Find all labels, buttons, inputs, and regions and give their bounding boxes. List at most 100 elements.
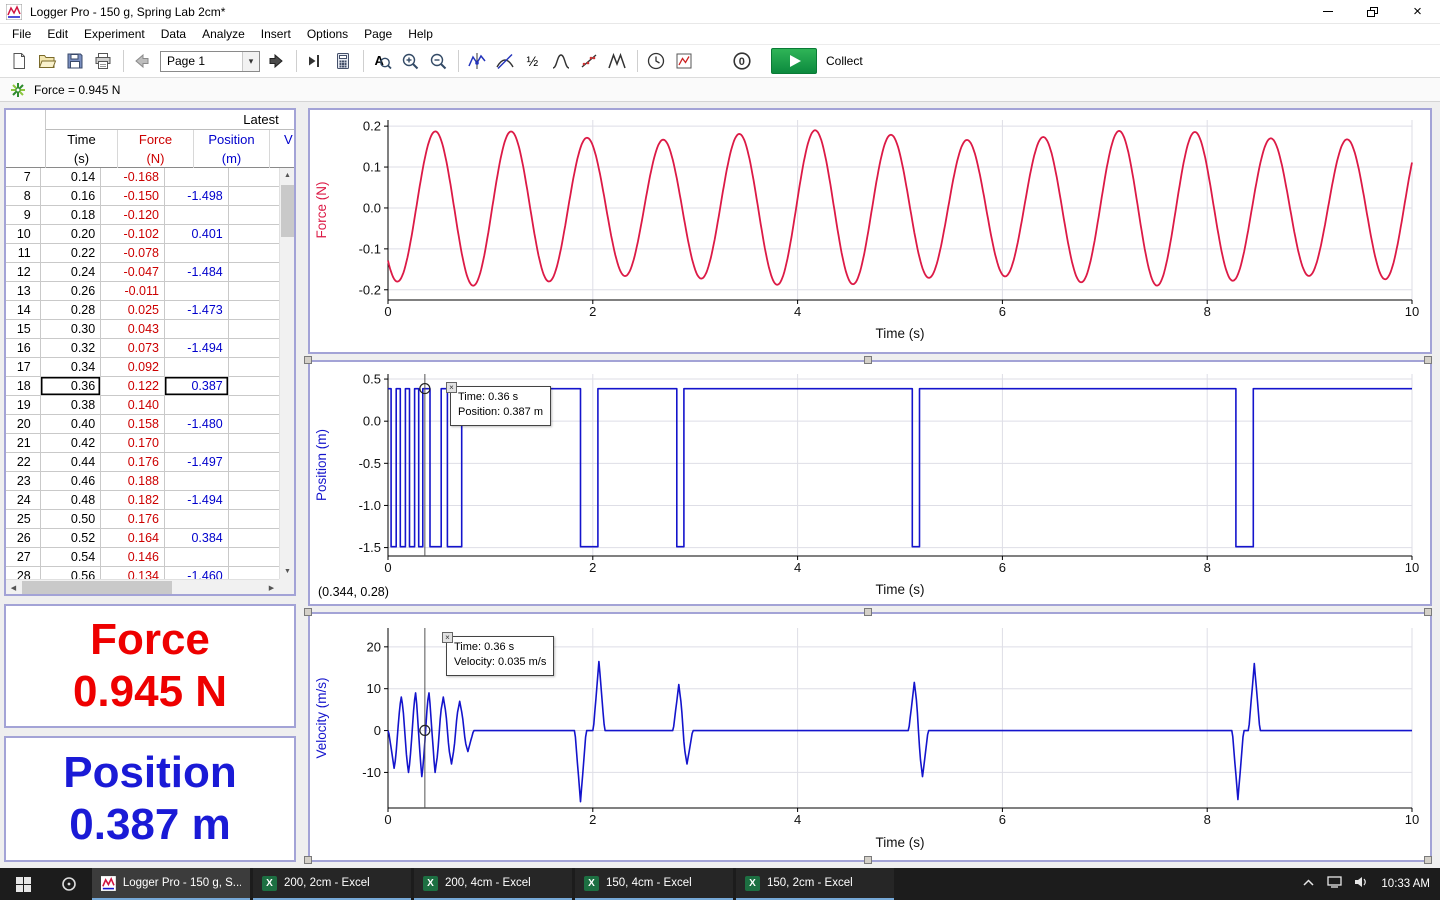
table-cell[interactable]: 0.134 (101, 567, 165, 579)
table-cell[interactable]: 0.158 (101, 415, 165, 434)
tooltip-close-icon[interactable]: × (442, 632, 453, 643)
collect-button[interactable] (771, 48, 817, 74)
table-cell[interactable]: 0.164 (101, 529, 165, 548)
table-vertical-scrollbar[interactable]: ▲ ▼ (279, 168, 294, 579)
forward-arrow-button[interactable] (263, 48, 289, 74)
menu-file[interactable]: File (4, 25, 39, 43)
table-cell[interactable]: -1.473 (164, 301, 229, 320)
velocity-graph-panel[interactable]: 20 10 0 -10 0 2 4 6 8 10 Time (s) Velocity (m/s) × … (308, 612, 1432, 862)
taskbar-app-button[interactable]: X 150, 4cm - Excel (575, 868, 733, 900)
linear-fit-button[interactable] (576, 48, 602, 74)
table-cell[interactable]: -1.480 (164, 415, 229, 434)
resize-handle[interactable] (304, 356, 312, 364)
menu-page[interactable]: Page (356, 25, 400, 43)
resize-handle[interactable] (864, 856, 872, 864)
table-row[interactable]: 28 0.56 0.134 -1.460 (6, 567, 294, 579)
table-cell[interactable] (164, 244, 229, 263)
table-row[interactable]: 16 0.32 0.073 -1.494 (6, 339, 294, 358)
table-row[interactable]: 13 0.26 -0.011 (6, 282, 294, 301)
row-number-cell[interactable]: 12 (6, 263, 41, 282)
table-row[interactable]: 19 0.38 0.140 (6, 396, 294, 415)
table-cell[interactable]: 0.54 (40, 548, 102, 567)
table-row[interactable]: 8 0.16 -0.150 -1.498 (6, 187, 294, 206)
table-cell[interactable]: 0.387 (164, 377, 229, 396)
table-cell[interactable]: -1.498 (164, 187, 229, 206)
table-row[interactable]: 26 0.52 0.164 0.384 (6, 529, 294, 548)
calculator-button[interactable] (330, 48, 356, 74)
scroll-right-button[interactable]: ▶ (264, 580, 279, 594)
table-cell[interactable] (164, 472, 229, 491)
table-cell[interactable]: 0.50 (40, 510, 102, 529)
table-cell[interactable]: -1.494 (164, 339, 229, 358)
row-number-cell[interactable]: 13 (6, 282, 41, 301)
table-cell[interactable]: 0.16 (40, 187, 102, 206)
autoscale-button[interactable]: A (369, 48, 395, 74)
search-button[interactable] (46, 868, 92, 900)
menu-help[interactable]: Help (400, 25, 441, 43)
table-cell[interactable]: 0.140 (101, 396, 165, 415)
column-header-force[interactable]: Force (118, 130, 194, 149)
table-cell[interactable]: 0.20 (40, 225, 102, 244)
open-folder-button[interactable] (34, 48, 60, 74)
table-row[interactable]: 22 0.44 0.176 -1.497 (6, 453, 294, 472)
taskbar-app-button[interactable]: X 200, 2cm - Excel (253, 868, 411, 900)
row-number-cell[interactable]: 28 (6, 567, 41, 579)
clock-button[interactable] (643, 48, 669, 74)
table-cell[interactable]: 0.384 (164, 529, 229, 548)
row-number-cell[interactable]: 19 (6, 396, 41, 415)
table-cell[interactable]: 0.46 (40, 472, 102, 491)
column-header-position[interactable]: Position (194, 130, 270, 149)
table-row[interactable]: 7 0.14 -0.168 (6, 168, 294, 187)
row-number-cell[interactable]: 25 (6, 510, 41, 529)
table-cell[interactable]: 0.26 (40, 282, 102, 301)
table-cell[interactable] (164, 282, 229, 301)
goto-page-button[interactable] (302, 48, 328, 74)
zero-button[interactable]: 0 (729, 48, 755, 74)
table-cell[interactable]: -1.494 (164, 491, 229, 510)
resize-handle[interactable] (1424, 608, 1432, 616)
resize-handle[interactable] (1424, 856, 1432, 864)
row-number-cell[interactable]: 24 (6, 491, 41, 510)
examine-button[interactable] (464, 48, 490, 74)
menu-options[interactable]: Options (299, 25, 356, 43)
resize-handle[interactable] (304, 608, 312, 616)
table-row[interactable]: 18 0.36 0.122 0.387 (6, 377, 294, 396)
table-cell[interactable] (164, 320, 229, 339)
menu-analyze[interactable]: Analyze (194, 25, 253, 43)
table-cell[interactable] (164, 510, 229, 529)
table-cell[interactable] (164, 548, 229, 567)
table-cell[interactable]: 0.188 (101, 472, 165, 491)
table-cell[interactable]: -1.497 (164, 453, 229, 472)
table-cell[interactable]: -0.047 (101, 263, 165, 282)
table-cell[interactable]: 0.146 (101, 548, 165, 567)
table-cell[interactable]: 0.28 (40, 301, 102, 320)
table-cell[interactable]: 0.073 (101, 339, 165, 358)
table-cell[interactable] (164, 396, 229, 415)
tray-expand-icon[interactable] (1302, 875, 1315, 893)
table-row[interactable]: 9 0.18 -0.120 (6, 206, 294, 225)
menu-edit[interactable]: Edit (39, 25, 76, 43)
statistics-button[interactable] (548, 48, 574, 74)
row-number-cell[interactable]: 22 (6, 453, 41, 472)
table-row[interactable]: 10 0.20 -0.102 0.401 (6, 225, 294, 244)
row-number-cell[interactable]: 18 (6, 377, 41, 396)
column-header-v[interactable]: V (270, 130, 294, 149)
page-select-dropdown[interactable]: Page 1 ▾ (160, 50, 260, 72)
volume-icon[interactable] (1354, 875, 1369, 893)
table-cell[interactable]: 0.22 (40, 244, 102, 263)
table-row[interactable]: 21 0.42 0.170 (6, 434, 294, 453)
row-number-cell[interactable]: 11 (6, 244, 41, 263)
force-meter[interactable]: Force 0.945 N (4, 604, 296, 728)
row-number-cell[interactable]: 20 (6, 415, 41, 434)
print-button[interactable] (90, 48, 116, 74)
table-cell[interactable]: -0.102 (101, 225, 165, 244)
resize-handle[interactable] (304, 856, 312, 864)
table-row[interactable]: 23 0.46 0.188 (6, 472, 294, 491)
table-cell[interactable]: 0.14 (40, 168, 102, 187)
table-cell[interactable]: -0.011 (101, 282, 165, 301)
table-cell[interactable]: 0.38 (40, 396, 102, 415)
taskbar-app-button[interactable]: X 150, 2cm - Excel (736, 868, 894, 900)
table-cell[interactable]: 0.52 (40, 529, 102, 548)
table-cell[interactable]: 0.44 (40, 453, 102, 472)
taskbar-app-button[interactable]: Logger Pro - 150 g, S... (92, 868, 250, 900)
